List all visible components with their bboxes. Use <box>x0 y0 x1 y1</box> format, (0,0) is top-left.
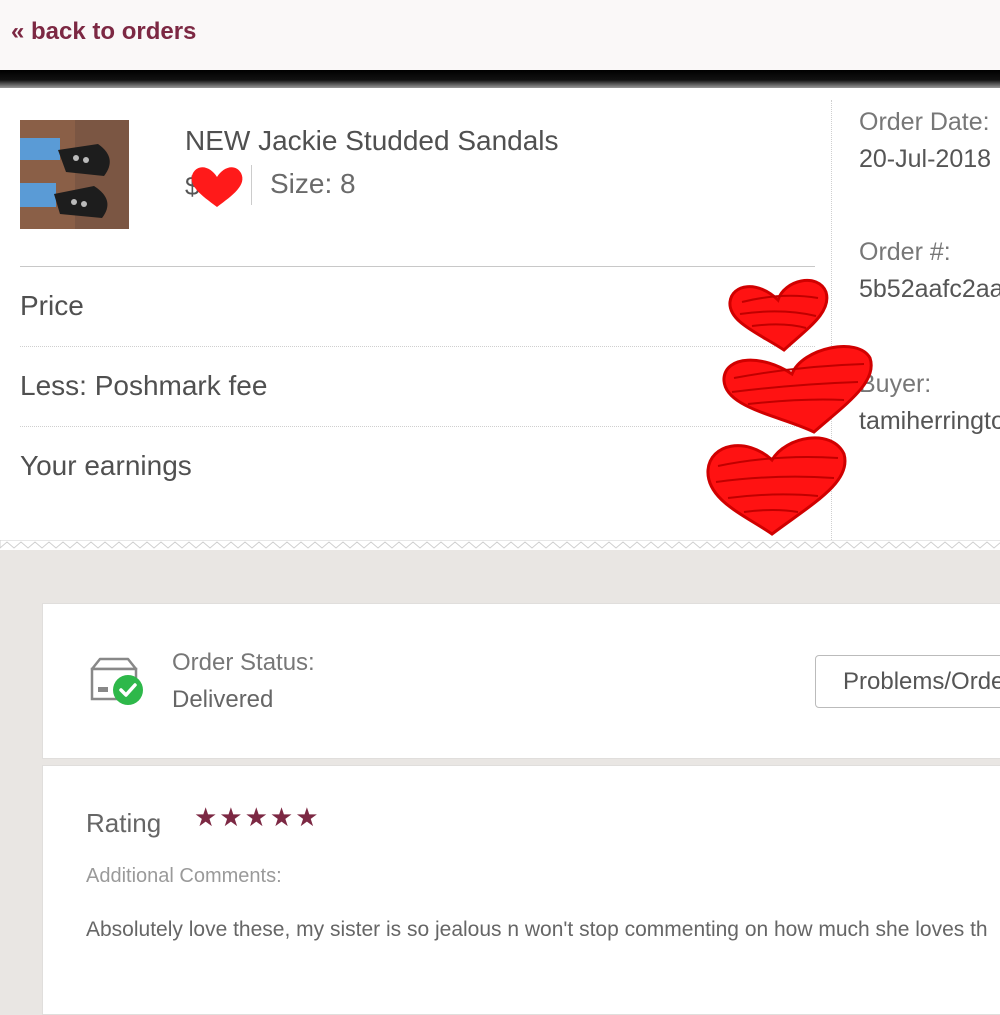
price-redaction-heart-icon: $ <box>185 167 243 207</box>
fee-row-label: Less: Poshmark fee <box>20 370 268 401</box>
row-divider <box>20 346 815 347</box>
size-label: Size: 8 <box>270 168 356 199</box>
order-number-label: Order #: <box>859 238 951 266</box>
order-number-value: 5b52aafc2aa <box>859 275 1000 303</box>
rating-label: Rating <box>86 808 162 838</box>
buyer-username[interactable]: tamiherringto <box>859 407 1000 436</box>
row-divider <box>20 426 815 427</box>
rating-card <box>42 765 1000 1015</box>
top-nav: « back to orders <box>0 0 1000 72</box>
redaction-heart-icon <box>706 436 847 536</box>
review-comment-text: Absolutely love these, my sister is so j… <box>86 918 988 941</box>
order-status-value: Delivered <box>172 686 274 713</box>
price-row-label: Price <box>20 290 84 321</box>
price-table-top-divider <box>20 266 815 267</box>
product-photo-image <box>20 120 129 229</box>
order-status-label: Order Status: <box>172 649 315 676</box>
order-date-value: 20-Jul-2018 <box>859 145 992 173</box>
rating-stars: ★★★★★ <box>194 803 321 833</box>
receipt-zigzag-edge <box>0 540 1000 549</box>
product-thumbnail[interactable] <box>20 120 129 229</box>
header-divider-bar <box>0 70 1000 88</box>
earnings-row-label: Your earnings <box>20 450 192 481</box>
additional-comments-label: Additional Comments: <box>86 865 282 887</box>
order-date-label: Order Date: <box>859 108 990 136</box>
product-title[interactable]: NEW Jackie Studded Sandals <box>185 125 559 157</box>
box-check-icon <box>90 657 143 705</box>
redaction-heart-icon <box>722 345 873 434</box>
problems-order-button[interactable]: Problems/Orde <box>815 655 1000 708</box>
back-to-orders-link[interactable]: « back to orders <box>11 18 196 46</box>
size-separator <box>251 165 252 205</box>
